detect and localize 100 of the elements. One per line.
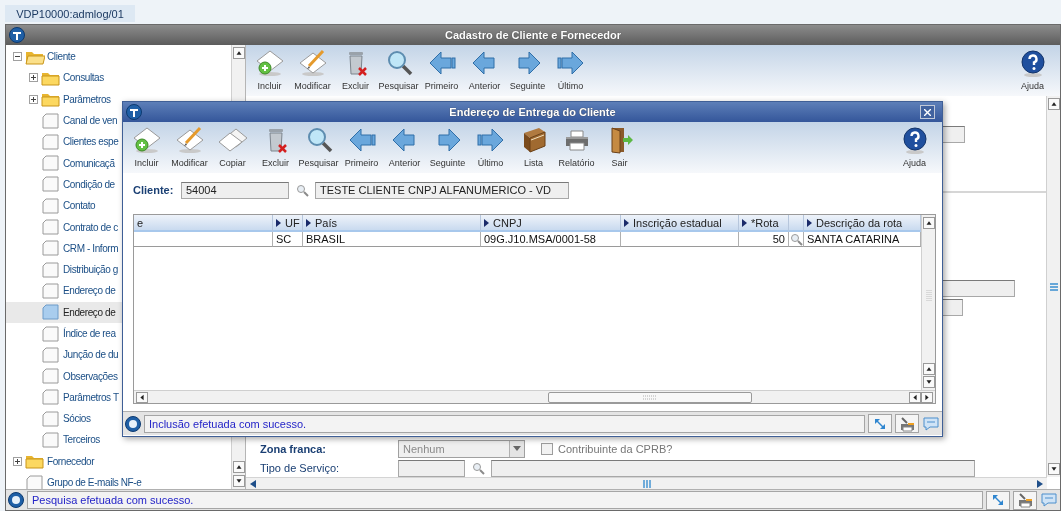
- tree-item[interactable]: Junção de du: [6, 344, 231, 366]
- column-header[interactable]: e: [134, 215, 273, 232]
- toolbar-button[interactable]: Primeiro: [340, 122, 383, 173]
- close-button[interactable]: [920, 105, 935, 119]
- toolbar-button[interactable]: Relatório: [555, 122, 598, 173]
- page-icon: [41, 240, 61, 257]
- tree-item[interactable]: Cliente: [6, 46, 231, 68]
- toolbar-button[interactable]: Último: [469, 122, 512, 173]
- toolbar-button[interactable]: Anterior: [463, 45, 506, 96]
- tree-item[interactable]: Distribuição g: [6, 258, 231, 281]
- text-field[interactable]: [398, 459, 465, 477]
- scroll-down-button[interactable]: [232, 475, 245, 487]
- table-cell: 50: [739, 232, 789, 247]
- search-icon[interactable]: [471, 461, 485, 475]
- page-icon: [41, 410, 61, 427]
- document-plus-icon: [254, 48, 285, 78]
- tree-toggle[interactable]: [13, 52, 22, 62]
- scroll-up-button[interactable]: [922, 217, 935, 229]
- tree-item[interactable]: Parâmetros T: [6, 386, 231, 409]
- logo-icon: [8, 492, 24, 508]
- app-tab[interactable]: VDP10000:admlog/01: [5, 5, 135, 22]
- printer-wrench-icon: [898, 415, 916, 432]
- toolbar-button[interactable]: Último: [549, 45, 592, 96]
- scrollbar[interactable]: [134, 390, 935, 403]
- scroll-left-button[interactable]: [909, 391, 921, 403]
- tree-item[interactable]: Fornecedor: [6, 450, 231, 472]
- toolbar-button[interactable]: Excluir: [334, 45, 377, 96]
- tree-item[interactable]: CRM - Inform: [6, 237, 231, 259]
- toolbar-button[interactable]: Primeiro: [420, 45, 463, 96]
- table-cell: 09G.J10.MSA/0001-58: [481, 232, 621, 247]
- field-label: Cliente:: [133, 184, 175, 196]
- printer-button[interactable]: [1013, 490, 1037, 510]
- toolbar-button[interactable]: Anterior: [383, 122, 426, 173]
- toolbar-button[interactable]: Modificar: [291, 45, 334, 96]
- toolbar-button[interactable]: Ajuda: [893, 122, 936, 173]
- document-pencil-icon: [297, 48, 328, 78]
- page-icon: [41, 219, 61, 235]
- resize-button[interactable]: [986, 490, 1010, 510]
- printer-button[interactable]: [895, 414, 919, 433]
- printer-wrench-icon: [1016, 492, 1034, 508]
- logo-icon: [9, 27, 25, 43]
- toolbar-button[interactable]: Incluir: [248, 45, 291, 96]
- page-icon: [41, 282, 61, 299]
- document-plus-icon: [131, 125, 162, 155]
- scroll-up-button[interactable]: [232, 47, 245, 59]
- column-header[interactable]: *Rota: [739, 215, 789, 232]
- toolbar-button[interactable]: Pesquisar: [377, 45, 420, 96]
- toolbar-button[interactable]: Pesquisar: [297, 122, 340, 173]
- scroll-right-button[interactable]: [921, 391, 933, 403]
- toolbar-button[interactable]: Seguinte: [426, 122, 469, 173]
- dialog-title: Endereço de Entrega do Cliente: [448, 106, 617, 118]
- tree-item[interactable]: Parâmetros: [6, 88, 231, 110]
- scroll-down-button[interactable]: [922, 376, 935, 388]
- diagonal-arrow-icon: [873, 416, 887, 431]
- scroll-thumb[interactable]: [548, 391, 752, 403]
- tree-toggle[interactable]: [29, 94, 38, 104]
- page-icon: [41, 155, 61, 172]
- tree-item[interactable]: Consultas: [6, 67, 231, 89]
- page-icon: [41, 304, 61, 321]
- tree-toggle[interactable]: [13, 456, 22, 466]
- scroll-left-icon[interactable]: [250, 479, 256, 488]
- scrollbar[interactable]: [246, 477, 1047, 489]
- toolbar-button[interactable]: Ajuda: [1011, 45, 1054, 96]
- scroll-up-button[interactable]: [922, 363, 935, 375]
- column-header[interactable]: Descrição da rota: [804, 215, 921, 232]
- column-header[interactable]: UF: [273, 215, 303, 232]
- status-message: Inclusão efetuada com sucesso.: [144, 414, 865, 433]
- column-header[interactable]: CNPJ: [481, 215, 621, 232]
- page-icon: [41, 389, 61, 406]
- resize-button[interactable]: [868, 414, 892, 433]
- tree-toggle[interactable]: [29, 73, 38, 83]
- scrollbar[interactable]: [921, 215, 935, 390]
- tree-item[interactable]: Endereço de: [6, 280, 231, 302]
- client-code-field[interactable]: 54004: [181, 181, 289, 199]
- checkbox-label: Contribuinte da CPRB?: [558, 442, 673, 455]
- tree-item[interactable]: Observações: [6, 365, 231, 387]
- column-header[interactable]: País: [303, 215, 481, 232]
- toolbar-button[interactable]: Lista: [512, 122, 555, 173]
- page-icon: [41, 346, 61, 363]
- tree-item[interactable]: Grupo de E-mails NF-e: [6, 471, 231, 489]
- column-header[interactable]: Inscrição estadual: [621, 215, 739, 232]
- text-field[interactable]: [491, 459, 975, 477]
- scroll-down-button[interactable]: [1047, 463, 1060, 475]
- tree-item[interactable]: Índice de rea: [6, 322, 231, 345]
- folder-icon: [41, 91, 61, 108]
- client-name-field[interactable]: TESTE CLIENTE CNPJ ALFANUMERICO - VD: [315, 181, 569, 199]
- scroll-up-button[interactable]: [1047, 98, 1060, 110]
- scroll-left-button[interactable]: [136, 391, 148, 403]
- toolbar-button[interactable]: Sair: [598, 122, 641, 173]
- close-icon: [924, 108, 931, 116]
- scrollbar[interactable]: [1046, 96, 1060, 477]
- search-icon[interactable]: [789, 232, 803, 246]
- scroll-up-button[interactable]: [232, 461, 245, 473]
- field-label: Zona franca:: [260, 442, 327, 455]
- grip-icon: [925, 290, 932, 302]
- search-icon[interactable]: [295, 183, 309, 197]
- page-icon: [41, 176, 61, 193]
- toolbar-button[interactable]: Seguinte: [506, 45, 549, 96]
- toolbar-button[interactable]: Excluir: [254, 122, 297, 173]
- scroll-right-icon[interactable]: [1037, 479, 1043, 488]
